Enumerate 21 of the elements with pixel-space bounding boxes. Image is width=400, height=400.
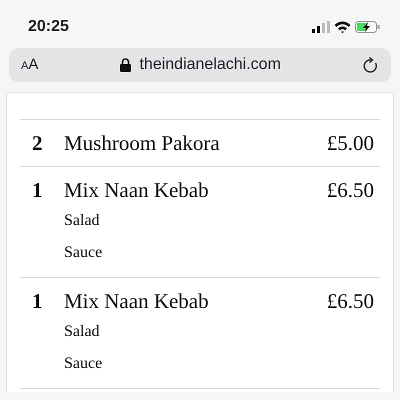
text-size-button[interactable]: AA [21,54,38,76]
item-quantity: 1 [32,177,44,204]
item-name: Mushroom Pakora [64,130,221,157]
item-price: £6.50 [326,177,374,204]
item-quantity: 1 [32,288,44,315]
item-name: Mix Naan Kebab [64,288,210,315]
lock-icon [120,58,132,72]
item-option: Sauce [64,348,327,379]
item-option: Salad [64,316,327,347]
item-price: £5.00 [326,130,374,157]
item-quantity: 2 [32,130,44,157]
battery-charging-icon [355,21,380,33]
item-option: Sauce [64,237,327,268]
wifi-icon [334,21,351,33]
item-name: Mix Naan Kebab [64,177,210,204]
url-text[interactable]: theindianelachi.com [139,53,281,77]
reload-icon[interactable] [363,56,379,74]
item-price: £6.50 [326,288,374,315]
item-option: Salad [64,205,327,236]
status-time: 20:25 [28,17,69,37]
signal-icon [312,21,330,33]
